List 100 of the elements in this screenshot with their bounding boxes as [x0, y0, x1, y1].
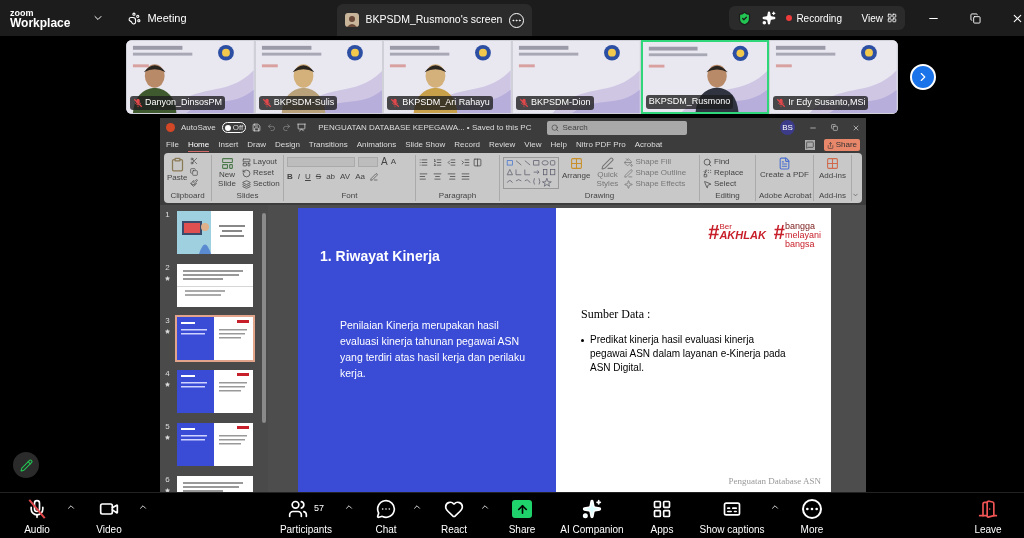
caret-icon[interactable]: [66, 502, 76, 512]
reset-button[interactable]: Reset: [242, 168, 280, 178]
caret-icon[interactable]: [770, 502, 780, 512]
presenter-icon[interactable]: [297, 123, 307, 132]
save-icon[interactable]: [252, 123, 262, 132]
font-size-field[interactable]: [358, 157, 378, 167]
caret-icon[interactable]: [138, 502, 148, 512]
ribbon-tab[interactable]: View: [524, 139, 542, 151]
chat-button[interactable]: Chat: [360, 498, 412, 537]
paragraph-format-icon[interactable]: [433, 158, 442, 167]
captions-button[interactable]: Show captions: [694, 498, 770, 537]
more-button[interactable]: More: [786, 498, 838, 537]
replace-button[interactable]: Replace: [703, 168, 744, 178]
find-button[interactable]: Find: [703, 157, 744, 167]
share-button[interactable]: Share: [823, 139, 860, 151]
paragraph-format-icon[interactable]: [461, 158, 470, 167]
paste-button[interactable]: Paste: [167, 157, 188, 184]
document-icon: [778, 157, 791, 170]
section-button[interactable]: Section: [242, 179, 280, 189]
ribbon-tab[interactable]: Help: [550, 139, 567, 151]
annotate-button[interactable]: [13, 452, 39, 478]
account-avatar[interactable]: BS: [780, 120, 795, 135]
caret-icon[interactable]: [480, 502, 490, 512]
ribbon-tab[interactable]: Transitions: [308, 139, 348, 151]
format-painter-icon[interactable]: [190, 179, 199, 187]
layout-button[interactable]: Layout: [242, 157, 280, 167]
scrollbar[interactable]: [262, 213, 266, 423]
ai-button[interactable]: AI Companion: [554, 498, 630, 537]
arrange-button[interactable]: Arrange: [562, 157, 591, 182]
paragraph-format-icon[interactable]: [447, 172, 456, 181]
ribbon-tab[interactable]: Design: [274, 139, 300, 151]
caret-icon[interactable]: [344, 502, 354, 512]
next-page-button[interactable]: [910, 64, 936, 90]
view-button[interactable]: View: [861, 10, 898, 26]
ribbon-tab[interactable]: Review: [489, 139, 516, 151]
grow-font-button[interactable]: A: [381, 157, 388, 167]
shapes-gallery-drawing[interactable]: [503, 157, 559, 189]
select-button[interactable]: Select: [703, 179, 744, 189]
share-button[interactable]: Share: [496, 498, 548, 537]
video-tile[interactable]: Danyon_DinsosPM: [126, 40, 255, 114]
sparkle-icon[interactable]: [762, 11, 777, 25]
ribbon-tab[interactable]: File: [166, 139, 179, 151]
video-tile[interactable]: BKPSDM_Ari Rahayu: [383, 40, 512, 114]
ribbon-tab[interactable]: Acrobat: [634, 139, 663, 151]
video-tile[interactable]: BKPSDM-Sulis: [254, 40, 384, 114]
ribbon-tab[interactable]: Home: [187, 138, 210, 152]
font-format-button[interactable]: I: [297, 171, 300, 183]
paragraph-format-icon[interactable]: [447, 158, 456, 167]
font-format-button[interactable]: B: [287, 171, 293, 183]
video-button[interactable]: Video: [80, 498, 138, 537]
paragraph-format-icon[interactable]: [461, 172, 470, 181]
font-format-button[interactable]: U: [305, 171, 311, 183]
font-format-button[interactable]: S: [315, 171, 322, 183]
ribbon-tab[interactable]: Insert: [218, 139, 239, 151]
participant-name: BKPSDM_Ari Rahayu: [402, 96, 490, 110]
font-format-button[interactable]: Aa: [355, 171, 365, 183]
meeting-tab[interactable]: Meeting: [128, 9, 187, 27]
recording-indicator[interactable]: Recording: [786, 10, 842, 26]
chat-bubble-icon: [376, 499, 396, 519]
new-slide-button[interactable]: New Slide: [215, 157, 239, 188]
font-name-field[interactable]: [287, 157, 355, 167]
ribbon-tab[interactable]: Record: [454, 139, 481, 151]
audio-button[interactable]: Audio: [8, 498, 66, 537]
video-tile[interactable]: BKPSDM_Rusmono: [640, 40, 770, 114]
restore-icon[interactable]: [970, 12, 981, 24]
slide-thumbnail[interactable]: [175, 262, 255, 309]
video-tile[interactable]: Ir Edy Susanto,MSi: [769, 40, 898, 114]
ribbon-tab[interactable]: Slide Show: [405, 139, 446, 151]
ribbon-group-label: Editing: [714, 191, 741, 201]
shrink-font-button[interactable]: A: [390, 157, 396, 167]
ribbon-tab[interactable]: Animations: [356, 139, 397, 151]
add-ins-button[interactable]: Add-ins: [817, 157, 848, 182]
react-button[interactable]: React: [428, 498, 480, 537]
participants-button[interactable]: 57 Participants: [268, 498, 344, 537]
slide-thumbnail[interactable]: [175, 368, 255, 415]
font-format-button[interactable]: AV: [340, 171, 351, 183]
ribbon-group-label: Slides: [235, 191, 260, 201]
captions-icon: [722, 499, 742, 519]
columns-icon[interactable]: [473, 158, 482, 167]
paragraph-format-icon[interactable]: [433, 172, 442, 181]
comments-icon[interactable]: [804, 140, 815, 150]
search-icon: [551, 123, 560, 132]
slide-thumbnail[interactable]: [175, 421, 255, 468]
paragraph-format-icon[interactable]: [419, 172, 428, 181]
slide-thumbnail[interactable]: [175, 209, 255, 256]
caret-icon[interactable]: [412, 502, 422, 512]
font-format-button[interactable]: ab: [326, 171, 336, 183]
leave-button[interactable]: Leave: [966, 498, 1010, 537]
ribbon-tab[interactable]: Draw: [247, 139, 266, 151]
slide-thumbnail[interactable]: [175, 315, 255, 362]
slide-layout-icon: [220, 157, 234, 170]
cut-icon[interactable]: [190, 157, 199, 165]
paragraph-format-icon[interactable]: [419, 158, 428, 167]
shield-icon[interactable]: [737, 10, 753, 26]
video-tile[interactable]: BKPSDM-Dion: [512, 40, 641, 114]
search-field[interactable]: Search: [547, 120, 688, 135]
create-pdf-button[interactable]: Create a PDF: [759, 157, 810, 179]
apps-button[interactable]: Apps: [636, 498, 688, 537]
ribbon-tab[interactable]: Nitro PDF Pro: [575, 139, 626, 151]
screen-share-tab[interactable]: BKPSDM_Rusmono's screen: [336, 4, 533, 36]
